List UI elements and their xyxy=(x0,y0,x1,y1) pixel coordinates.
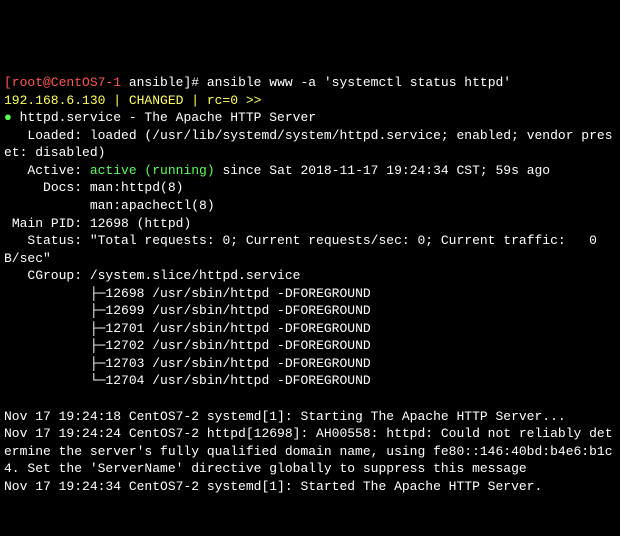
service-docs-line2: man:apachectl(8) xyxy=(4,198,215,213)
service-status-dot-icon: ● xyxy=(4,110,12,125)
journal-log-line: Nov 17 19:24:24 CentOS7-2 httpd[12698]: … xyxy=(4,426,613,476)
service-process-row: ├─12699 /usr/sbin/httpd -DFOREGROUND xyxy=(4,303,371,318)
service-active-label: Active: xyxy=(4,163,90,178)
journal-log-line: Nov 17 19:24:18 CentOS7-2 systemd[1]: St… xyxy=(4,409,566,424)
ansible-result-header: 192.168.6.130 | CHANGED | rc=0 >> xyxy=(4,93,261,108)
service-process-row: └─12704 /usr/sbin/httpd -DFOREGROUND xyxy=(4,373,371,388)
service-active-since: since Sat 2018-11-17 19:24:34 CST; 59s a… xyxy=(215,163,550,178)
command-input[interactable]: ansible www -a 'systemctl status httpd' xyxy=(207,75,511,90)
service-main-pid: Main PID: 12698 (httpd) xyxy=(4,216,191,231)
service-status-line: Status: "Total requests: 0; Current requ… xyxy=(4,233,605,266)
journal-log-line: Nov 17 19:24:34 CentOS7-2 systemd[1]: St… xyxy=(4,479,542,494)
service-loaded-line: Loaded: loaded (/usr/lib/systemd/system/… xyxy=(4,128,613,161)
prompt-cwd: ansible] xyxy=(121,75,191,90)
service-cgroup: CGroup: /system.slice/httpd.service xyxy=(4,268,300,283)
service-active-value: active (running) xyxy=(90,163,215,178)
prompt-user-host: [root@CentOS7-1 xyxy=(4,75,121,90)
service-docs-line1: Docs: man:httpd(8) xyxy=(4,180,183,195)
service-process-row: ├─12703 /usr/sbin/httpd -DFOREGROUND xyxy=(4,356,371,371)
service-process-row: ├─12698 /usr/sbin/httpd -DFOREGROUND xyxy=(4,286,371,301)
service-process-row: ├─12702 /usr/sbin/httpd -DFOREGROUND xyxy=(4,338,371,353)
service-process-row: ├─12701 /usr/sbin/httpd -DFOREGROUND xyxy=(4,321,371,336)
service-title: httpd.service - The Apache HTTP Server xyxy=(12,110,316,125)
prompt-hash: # xyxy=(191,75,207,90)
